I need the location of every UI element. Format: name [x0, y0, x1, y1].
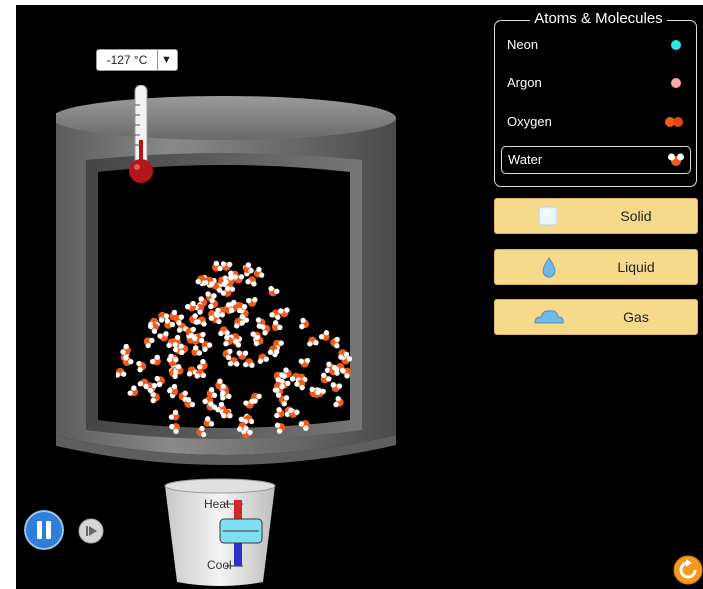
- gas-label: Gas: [623, 309, 649, 325]
- species-label: Water: [508, 152, 543, 167]
- water-molecule: [236, 350, 249, 360]
- water-molecule: [253, 266, 265, 278]
- water-molecule: [168, 409, 180, 421]
- heat-cool-slider-handle[interactable]: [219, 518, 263, 544]
- water-molecule: [178, 343, 189, 356]
- pause-icon[interactable]: [24, 510, 64, 550]
- water-molecule: [294, 379, 306, 391]
- species-item-neon[interactable]: Neon: [501, 31, 691, 59]
- water-molecule: [197, 358, 208, 370]
- water-molecule: [330, 336, 340, 349]
- water-molecules-cluster: [116, 260, 353, 439]
- water-molecule: [243, 262, 254, 274]
- water-molecule: [340, 367, 352, 379]
- water-molecule: [330, 382, 343, 393]
- water-molecule: [318, 330, 330, 341]
- water-molecule: [274, 422, 286, 434]
- water-molecule: [245, 276, 257, 287]
- water-molecule: [232, 274, 245, 284]
- water-molecule: [268, 285, 280, 297]
- water-molecule: [150, 391, 160, 404]
- water-molecule: [257, 353, 269, 364]
- water-molecule: [137, 378, 149, 390]
- water-molecule: [203, 416, 215, 428]
- liquid-button[interactable]: Liquid: [494, 249, 698, 285]
- oxygen-molecule-icon: [665, 117, 683, 127]
- argon-atom-icon: [671, 78, 681, 88]
- water-molecule: [143, 337, 155, 349]
- water-molecule: [201, 341, 213, 353]
- water-molecule: [260, 324, 271, 336]
- temperature-readout[interactable]: -127 °C ▼: [96, 49, 178, 71]
- water-molecule: [122, 355, 134, 367]
- reset-icon[interactable]: [673, 555, 703, 585]
- species-label: Neon: [507, 37, 539, 52]
- water-molecule: [136, 360, 147, 373]
- water-molecule: [127, 385, 139, 397]
- water-molecule: [307, 336, 319, 347]
- cloud-icon: [534, 310, 564, 324]
- solid-button[interactable]: Solid: [494, 198, 698, 234]
- gas-button[interactable]: Gas: [494, 299, 698, 335]
- water-molecule: [245, 297, 258, 307]
- water-molecule: [120, 343, 131, 355]
- heat-label: Heat: [204, 497, 230, 511]
- step-forward-icon[interactable]: [78, 518, 104, 544]
- water-molecule: [253, 334, 264, 347]
- water-molecule: [298, 419, 310, 431]
- water-molecule: [298, 357, 311, 368]
- water-molecule: [278, 395, 290, 407]
- water-molecule: [185, 300, 196, 312]
- water-molecule: [157, 331, 169, 342]
- water-molecule: [274, 406, 285, 419]
- water-molecule: [299, 317, 310, 330]
- water-molecule: [243, 398, 255, 409]
- water-molecule: [147, 323, 159, 334]
- water-molecule: [149, 354, 161, 366]
- ice-cube-icon: [538, 206, 558, 226]
- simulation-stage: -127 °C ▼ Atoms & Molecules Neon Argon O…: [16, 5, 703, 589]
- water-molecule: [220, 285, 232, 297]
- water-molecule: [167, 383, 178, 395]
- water-molecule: [243, 358, 255, 368]
- temperature-value: -127 °C: [97, 50, 158, 70]
- water-molecule: [218, 326, 230, 337]
- water-molecule: [208, 297, 219, 310]
- species-label: Oxygen: [507, 114, 552, 129]
- species-item-water[interactable]: Water: [501, 146, 691, 174]
- water-molecule: [215, 378, 226, 390]
- water-molecule: [191, 345, 203, 357]
- water-molecule: [116, 367, 127, 378]
- solid-label: Solid: [620, 208, 652, 224]
- cool-label: Cool: [207, 558, 232, 572]
- liquid-label: Liquid: [617, 259, 655, 275]
- water-molecule: [169, 423, 180, 434]
- temperature-units-dropdown-icon[interactable]: ▼: [156, 50, 177, 70]
- water-drop-icon: [542, 257, 556, 278]
- water-molecule-icon: [668, 153, 684, 166]
- water-molecule: [212, 260, 223, 272]
- water-molecule: [333, 395, 344, 408]
- panel-title: Atoms & Molecules: [506, 10, 691, 27]
- species-item-argon[interactable]: Argon: [501, 69, 691, 97]
- neon-atom-icon: [671, 40, 681, 50]
- water-molecule: [320, 372, 332, 384]
- thermometer-icon: [129, 85, 153, 183]
- species-label: Argon: [507, 75, 542, 90]
- water-molecule: [196, 425, 207, 438]
- water-molecule: [271, 320, 283, 331]
- water-molecule: [189, 313, 199, 325]
- species-item-oxygen[interactable]: Oxygen: [501, 108, 691, 136]
